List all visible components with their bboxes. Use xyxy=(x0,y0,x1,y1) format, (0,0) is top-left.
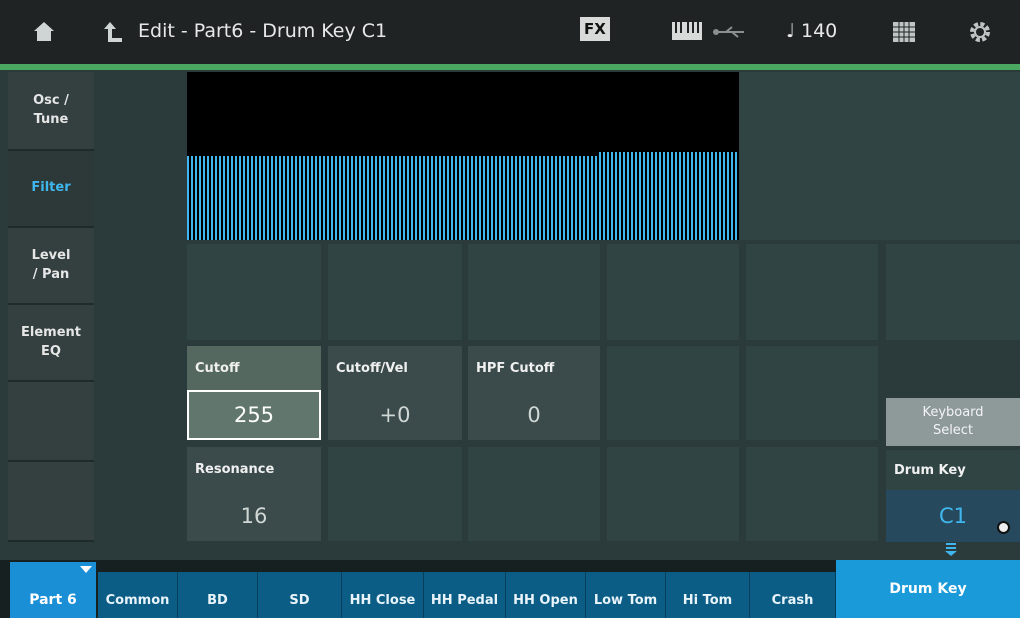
header-accent-line xyxy=(0,64,1020,70)
page-title: Edit - Part6 - Drum Key C1 xyxy=(138,20,388,42)
drum-key-label: Drum Key xyxy=(886,450,1020,490)
home-icon[interactable] xyxy=(32,20,56,42)
param-cell-empty xyxy=(746,346,878,440)
drum-key-tab[interactable]: Drum Key xyxy=(836,560,1020,618)
display-side-panel xyxy=(739,72,1020,240)
scroll-down-icon[interactable] xyxy=(944,542,958,556)
resonance-value[interactable]: 16 xyxy=(187,491,321,541)
usb-icon xyxy=(713,26,744,38)
param-cell-empty xyxy=(328,244,462,340)
hpf-cutoff-label: HPF Cutoff xyxy=(468,346,600,390)
tab-hh-open[interactable]: HH Open xyxy=(506,572,586,618)
tab-hi-tom[interactable]: Hi Tom xyxy=(666,572,750,618)
tab-filter[interactable]: Filter xyxy=(8,151,94,228)
tab-empty-2 xyxy=(8,462,94,542)
tab-hh-close[interactable]: HH Close xyxy=(342,572,424,618)
tab-level-pan[interactable]: Level / Pan xyxy=(8,228,94,305)
filter-response-display xyxy=(187,72,739,240)
cutoff-vel-label: Cutoff/Vel xyxy=(328,346,462,390)
resonance-label: Resonance xyxy=(187,447,321,491)
tab-common[interactable]: Common xyxy=(98,572,178,618)
cutoff-label: Cutoff xyxy=(187,346,321,390)
keyboard-select-button[interactable]: Keyboard Select xyxy=(886,398,1020,446)
param-cell-empty xyxy=(746,244,878,340)
tab-empty-1 xyxy=(8,382,94,462)
tab-low-tom[interactable]: Low Tom xyxy=(586,572,666,618)
cutoff-value[interactable]: 255 xyxy=(187,390,321,440)
param-cell-empty xyxy=(468,244,600,340)
param-cell-empty xyxy=(607,244,739,340)
filter-waveform xyxy=(187,152,739,240)
dropdown-arrow-icon xyxy=(80,566,92,573)
tab-element-eq[interactable]: Element EQ xyxy=(8,305,94,382)
knob-indicator-icon xyxy=(997,521,1010,534)
tempo-display[interactable]: ♩ 140 xyxy=(786,20,837,42)
tab-osc-tune[interactable]: Osc / Tune xyxy=(8,72,94,151)
cutoff-vel-value[interactable]: +0 xyxy=(328,390,462,440)
grid-icon[interactable] xyxy=(893,22,915,42)
param-cell-empty xyxy=(886,244,1020,340)
tab-bd[interactable]: BD xyxy=(178,572,258,618)
gear-icon[interactable] xyxy=(969,21,991,43)
param-cell-empty xyxy=(187,244,321,340)
hpf-cutoff-value[interactable]: 0 xyxy=(468,390,600,440)
fx-badge[interactable]: FX xyxy=(580,17,610,41)
drum-key-value[interactable]: C1 xyxy=(886,490,1020,542)
param-cell-empty xyxy=(468,447,600,541)
keyboard-icon xyxy=(672,22,702,40)
header-bar: Edit - Part6 - Drum Key C1 FX ♩ 140 xyxy=(0,0,1020,64)
tab-crash[interactable]: Crash xyxy=(750,572,836,618)
back-arrow-icon[interactable] xyxy=(104,20,124,44)
param-cell-empty xyxy=(607,346,739,440)
param-cell-empty xyxy=(746,447,878,541)
tab-sd[interactable]: SD xyxy=(258,572,342,618)
param-cell-empty xyxy=(607,447,739,541)
tab-hh-pedal[interactable]: HH Pedal xyxy=(424,572,506,618)
param-cell-empty xyxy=(328,447,462,541)
